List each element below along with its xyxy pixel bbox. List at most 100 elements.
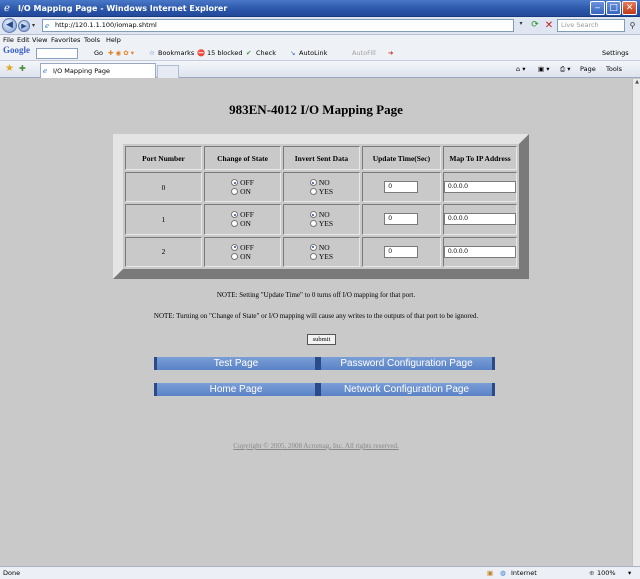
- google-search-input[interactable]: [36, 48, 78, 59]
- header-map-to-ip: Map To IP Address: [443, 146, 517, 170]
- window-title-bar: ℯ I/O Mapping Page - Windows Internet Ex…: [0, 0, 640, 17]
- menu-file[interactable]: File: [3, 35, 14, 45]
- update-time-input[interactable]: 0: [384, 245, 419, 258]
- recent-pages-dropdown-icon[interactable]: ▾: [32, 22, 35, 29]
- home-icon[interactable]: ⌂ ▾: [516, 61, 525, 78]
- cos-off-radio[interactable]: OFF: [231, 210, 254, 219]
- tab-page-icon: ℯ: [43, 67, 48, 75]
- tools-menu[interactable]: Tools: [606, 61, 622, 78]
- protected-mode-icon: ▣: [487, 569, 494, 577]
- page-title: 983EN-4012 I/O Mapping Page: [229, 102, 403, 117]
- search-icon[interactable]: ⚲: [627, 19, 638, 32]
- invert-no-radio[interactable]: NO: [309, 178, 330, 187]
- google-toolbar: Google Go ✚ ◉ ✿ ▾ ☆ Bookmarks ⛔ 15 block…: [0, 45, 640, 61]
- tab-label: I/O Mapping Page: [53, 67, 110, 75]
- security-zone-label: Internet: [511, 569, 537, 577]
- table-row: 1 OFF ON NO YES 0 0.0.0.0: [125, 204, 517, 235]
- map-ip-input[interactable]: 0.0.0.0: [444, 213, 516, 226]
- stop-icon[interactable]: ✕: [543, 19, 555, 32]
- invert-no-radio[interactable]: NO: [309, 243, 330, 252]
- google-go-button[interactable]: Go: [94, 45, 103, 61]
- port-number-cell: 0: [125, 172, 203, 203]
- bookmarks-star-icon: ☆: [149, 49, 155, 57]
- header-port-number: Port Number: [125, 146, 203, 170]
- page-icon: ℯ: [45, 22, 50, 30]
- popups-blocked-button[interactable]: 15 blocked: [207, 45, 242, 61]
- forward-button[interactable]: ▶: [18, 20, 30, 32]
- update-time-input[interactable]: 0: [384, 213, 419, 226]
- copyright-link[interactable]: Copyright © 2005, 2008 Acromag, Inc. All…: [0, 442, 632, 450]
- note-change-of-state: NOTE: Turning on "Change of State" or I/…: [153, 312, 479, 320]
- invert-yes-radio[interactable]: YES: [309, 219, 333, 228]
- ie-logo-icon: ℯ: [4, 3, 10, 14]
- zoom-dropdown-icon[interactable]: ▾: [628, 567, 631, 579]
- check-button[interactable]: Check: [256, 45, 276, 61]
- page-menu[interactable]: Page: [580, 61, 596, 78]
- update-time-input[interactable]: 0: [384, 181, 419, 194]
- cos-on-radio[interactable]: ON: [231, 252, 251, 261]
- test-page-link[interactable]: Test Page: [154, 357, 318, 370]
- minimize-button[interactable]: ‒: [590, 1, 605, 15]
- internet-zone-icon: ◍: [500, 569, 506, 577]
- autofill-button[interactable]: AutoFill: [352, 45, 376, 61]
- maximize-button[interactable]: □: [606, 1, 621, 15]
- zoom-level[interactable]: 100%: [597, 567, 616, 579]
- invert-yes-radio[interactable]: YES: [309, 187, 333, 196]
- cos-off-radio[interactable]: OFF: [231, 178, 254, 187]
- autolink-icon: ↘: [290, 49, 296, 57]
- spellcheck-icon: ✔: [246, 49, 252, 57]
- search-placeholder: Live Search: [561, 21, 599, 29]
- vertical-scrollbar[interactable]: ▲: [632, 79, 640, 566]
- menu-bar: File Edit View Favorites Tools Help: [0, 35, 640, 45]
- scroll-up-icon[interactable]: ▲: [633, 79, 640, 88]
- popup-blocker-icon: ⛔: [197, 49, 206, 57]
- favorites-star-icon[interactable]: ★: [5, 63, 14, 74]
- send-to-icon[interactable]: ➜: [388, 45, 393, 61]
- map-ip-input[interactable]: 0.0.0.0: [444, 245, 516, 258]
- refresh-icon[interactable]: ⟳: [529, 19, 541, 32]
- note-update-time: NOTE: Setting "Update Time" to 0 turns o…: [216, 291, 416, 299]
- invert-no-radio[interactable]: NO: [309, 210, 330, 219]
- window-title: I/O Mapping Page - Windows Internet Expl…: [18, 4, 228, 13]
- menu-help[interactable]: Help: [106, 35, 121, 45]
- cos-on-radio[interactable]: ON: [231, 187, 251, 196]
- password-config-link[interactable]: Password Configuration Page: [318, 357, 495, 370]
- table-row: 0 OFF ON NO YES 0 0.0.0.0: [125, 172, 517, 203]
- url-text: http://120.1.1.100/iomap.shtml: [55, 21, 157, 29]
- back-button[interactable]: ◀: [2, 18, 17, 33]
- submit-button[interactable]: submit: [307, 334, 336, 345]
- header-update-time: Update Time(Sec): [361, 146, 441, 170]
- autolink-button[interactable]: AutoLink: [299, 45, 327, 61]
- google-logo[interactable]: Google: [3, 45, 30, 55]
- menu-tools[interactable]: Tools: [84, 35, 100, 45]
- add-favorites-icon[interactable]: ✚: [19, 64, 26, 73]
- tab-row: ★ ✚ ℯ I/O Mapping Page ⌂ ▾ ▣ ▾ ⎙ ▾ Page …: [0, 61, 640, 78]
- invert-yes-radio[interactable]: YES: [309, 252, 333, 261]
- search-input[interactable]: Live Search: [557, 19, 625, 32]
- network-config-link[interactable]: Network Configuration Page: [318, 383, 495, 396]
- menu-view[interactable]: View: [32, 35, 47, 45]
- port-number-cell: 2: [125, 236, 203, 267]
- bookmarks-button[interactable]: Bookmarks: [158, 45, 194, 61]
- status-bar: Done ▣ ◍ Internet ⊕ 100% ▾: [0, 566, 640, 579]
- menu-edit[interactable]: Edit: [17, 35, 30, 45]
- menu-favorites[interactable]: Favorites: [51, 35, 80, 45]
- new-tab-button[interactable]: [157, 65, 179, 78]
- print-icon[interactable]: ⎙ ▾: [560, 61, 571, 78]
- cos-on-radio[interactable]: ON: [231, 219, 251, 228]
- close-button[interactable]: ✕: [622, 1, 637, 15]
- tab-io-mapping[interactable]: ℯ I/O Mapping Page: [40, 63, 156, 78]
- table-row: 2 OFF ON NO YES 0 0.0.0.0: [125, 236, 517, 267]
- url-input[interactable]: ℯ http://120.1.1.100/iomap.shtml: [42, 19, 514, 32]
- google-settings-button[interactable]: Settings: [602, 45, 629, 61]
- io-mapping-table: Port Number Change of State Invert Sent …: [113, 134, 529, 279]
- header-change-of-state: Change of State: [204, 146, 281, 170]
- home-page-link[interactable]: Home Page: [154, 383, 318, 396]
- map-ip-input[interactable]: 0.0.0.0: [444, 181, 516, 194]
- google-extras-icons[interactable]: ✚ ◉ ✿ ▾: [108, 45, 134, 61]
- cos-off-radio[interactable]: OFF: [231, 243, 254, 252]
- page-content: 983EN-4012 I/O Mapping Page Port Number …: [0, 79, 632, 566]
- feeds-icon[interactable]: ▣ ▾: [538, 61, 549, 78]
- url-dropdown-icon[interactable]: ▾: [516, 20, 526, 31]
- header-invert-sent-data: Invert Sent Data: [282, 146, 360, 170]
